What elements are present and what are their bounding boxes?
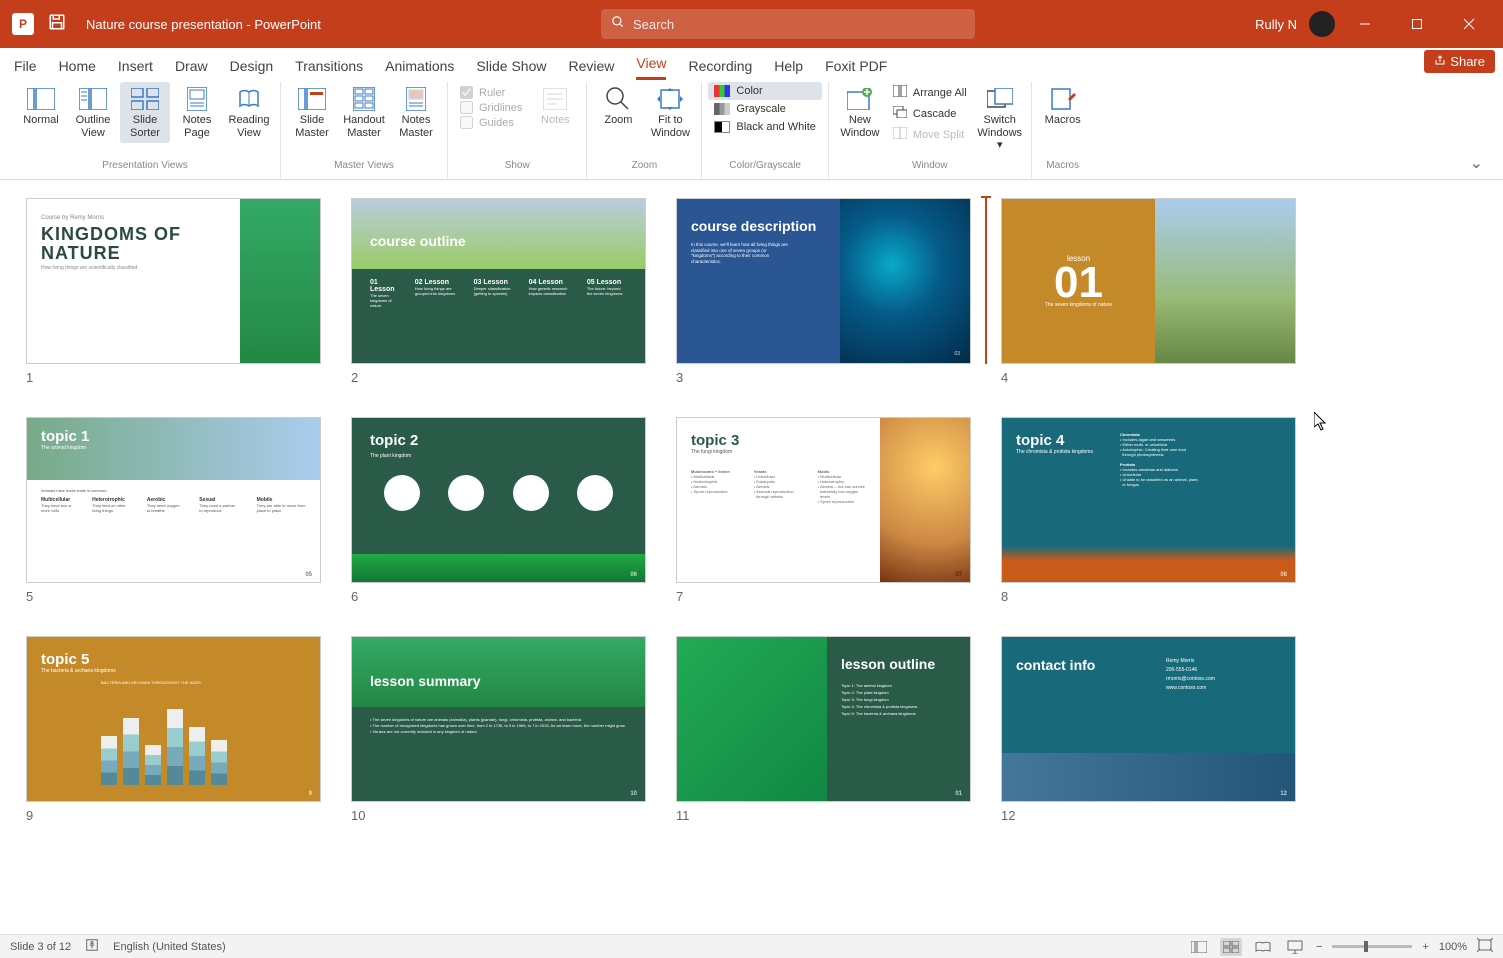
tab-home[interactable]: Home [59,58,96,80]
tab-file[interactable]: File [14,58,37,80]
group-presentation-views: Normal Outline View Slide Sorter Notes P… [10,82,281,179]
notes-page-button[interactable]: Notes Page [172,82,222,143]
black-white-button[interactable]: Black and White [708,118,821,136]
slide-master-button[interactable]: Slide Master [287,82,337,143]
chevron-down-icon: ▾ [997,139,1003,151]
arrange-all-button[interactable]: Arrange All [887,82,973,103]
arrange-icon [893,85,907,100]
ruler-checkbox: Ruler [460,86,522,99]
outline-view-button[interactable]: Outline View [68,82,118,143]
zoom-slider[interactable] [1332,945,1412,948]
zoom-out-button[interactable]: − [1316,941,1322,953]
slide-thumbnail-2[interactable]: course outline01 LessonThe seven kingdom… [351,198,646,385]
slide-thumbnail-7[interactable]: topic 3The fungi kingdomMushrooms + lich… [676,417,971,604]
reading-view-icon[interactable] [1252,938,1274,956]
slideshow-view-icon[interactable] [1284,938,1306,956]
save-icon[interactable] [48,13,66,36]
group-master-views: Slide Master Handout Master Notes Master… [281,82,448,179]
status-bar: Slide 3 of 12 English (United States) − … [0,934,1503,958]
notes-master-button[interactable]: Notes Master [391,82,441,143]
group-macros: Macros Macros [1032,82,1094,179]
tab-recording[interactable]: Recording [688,58,752,80]
bw-swatch-icon [714,121,730,133]
fit-to-window-button[interactable]: Fit to Window [645,82,695,143]
slide-thumbnail-3[interactable]: course descriptionIn this course, we'll … [676,198,971,385]
language-label[interactable]: English (United States) [113,941,226,953]
cascade-button[interactable]: Cascade [887,103,973,124]
tab-view[interactable]: View [636,55,666,80]
normal-view-icon[interactable] [1188,938,1210,956]
slide-thumbnail-6[interactable]: topic 2The plant kingdom06 6 [351,417,646,604]
slide-thumbnail-9[interactable]: topic 5The bacteria & archaea kingdomsBA… [26,636,321,823]
document-title: Nature course presentation - PowerPoint [86,17,321,32]
grayscale-button[interactable]: Grayscale [708,100,821,118]
split-icon [893,127,907,142]
cascade-icon [893,106,907,121]
move-split-button: Move Split [887,124,973,145]
collapse-ribbon-button[interactable]: ⌄ [1460,147,1493,179]
search-icon [611,15,625,34]
chevron-down-icon: ⌄ [1470,155,1483,172]
powerpoint-app-icon: P [12,13,34,35]
reading-view-button[interactable]: Reading View [224,82,274,143]
tab-draw[interactable]: Draw [175,58,208,80]
slide-thumbnail-5[interactable]: topic 1The animal kingdomAnimals have th… [26,417,321,604]
tab-foxit-pdf[interactable]: Foxit PDF [825,58,887,80]
zoom-in-button[interactable]: + [1422,941,1428,953]
group-zoom: Zoom Fit to Window Zoom [587,82,702,179]
fit-zoom-button[interactable] [1477,938,1493,955]
color-button[interactable]: Color [708,82,821,100]
group-show: Ruler Gridlines Guides Notes Show [448,82,587,179]
new-window-button[interactable]: New Window [835,82,885,143]
zoom-level[interactable]: 100% [1439,941,1467,953]
slide-thumbnail-4[interactable]: lesson01The seven kingdoms of nature 4 [1001,198,1296,385]
user-name[interactable]: Rully N [1255,17,1297,32]
group-color-grayscale: Color Grayscale Black and White Color/Gr… [702,82,828,179]
tab-insert[interactable]: Insert [118,58,153,80]
minimize-button[interactable] [1343,0,1387,48]
tab-animations[interactable]: Animations [385,58,454,80]
grayscale-swatch-icon [714,103,730,115]
tab-design[interactable]: Design [230,58,274,80]
maximize-button[interactable] [1395,0,1439,48]
group-window: New Window Arrange All Cascade Move Spli… [829,82,1032,179]
title-bar: P Nature course presentation - PowerPoin… [0,0,1503,48]
search-input[interactable] [633,17,965,32]
gridlines-checkbox: Gridlines [460,101,522,114]
close-button[interactable] [1447,0,1491,48]
slide-thumbnail-8[interactable]: topic 4The chromista & protista kingdoms… [1001,417,1296,604]
macros-button[interactable]: Macros [1038,82,1088,131]
share-button[interactable]: Share [1424,50,1495,73]
accessibility-icon[interactable] [85,938,99,955]
slide-thumbnail-11[interactable]: lesson outlineTopic 1: The animal kingdo… [676,636,971,823]
handout-master-button[interactable]: Handout Master [339,82,389,143]
slide-counter[interactable]: Slide 3 of 12 [10,941,71,953]
slide-sorter-view-icon[interactable] [1220,938,1242,956]
share-icon [1434,54,1446,69]
normal-view-button[interactable]: Normal [16,82,66,131]
notes-button: Notes [530,82,580,131]
tab-transitions[interactable]: Transitions [295,58,363,80]
tab-help[interactable]: Help [774,58,803,80]
zoom-button[interactable]: Zoom [593,82,643,131]
slide-sorter-button[interactable]: Slide Sorter [120,82,170,143]
tab-slide-show[interactable]: Slide Show [476,58,546,80]
slide-sorter-grid: Course by Remy MorrisKINGDOMS OF NATUREH… [0,180,1503,934]
switch-windows-button[interactable]: Switch Windows ▾ [975,82,1025,156]
ribbon-tabs: File Home Insert Draw Design Transitions… [0,48,1503,80]
user-avatar[interactable] [1309,11,1335,37]
slide-thumbnail-10[interactable]: lesson summary• The seven kingdoms of na… [351,636,646,823]
slide-thumbnail-1[interactable]: Course by Remy MorrisKINGDOMS OF NATUREH… [26,198,321,385]
tab-review[interactable]: Review [568,58,614,80]
guides-checkbox: Guides [460,116,522,129]
ribbon: Normal Outline View Slide Sorter Notes P… [0,80,1503,180]
slide-thumbnail-12[interactable]: contact infoRemy Morris206-555-0146rmorr… [1001,636,1296,823]
search-box[interactable] [601,9,975,39]
color-swatch-icon [714,85,730,97]
